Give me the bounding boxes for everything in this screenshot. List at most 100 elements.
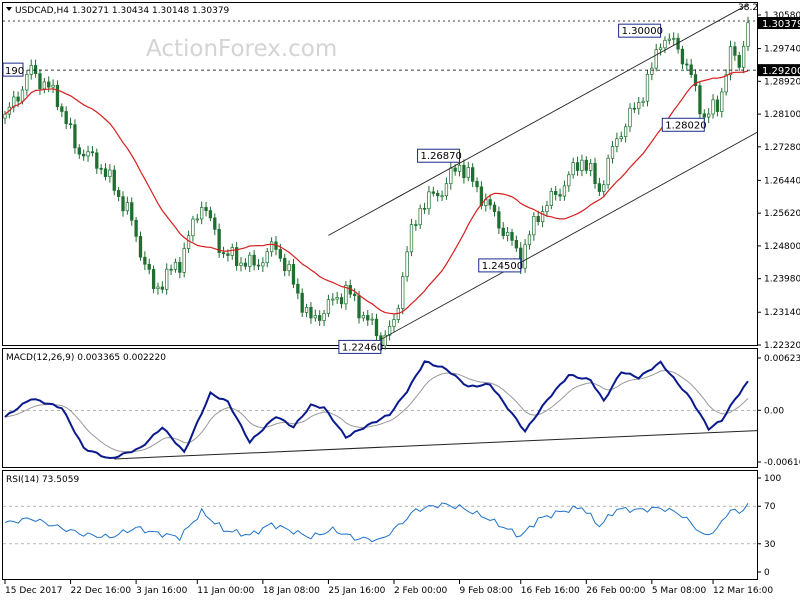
candle-body <box>3 113 7 119</box>
candle-body <box>309 306 313 319</box>
candle-body <box>492 204 497 212</box>
hline-left-label: 190 <box>5 66 24 77</box>
candle-body <box>160 286 164 290</box>
candle-body <box>134 219 138 237</box>
candle-body <box>143 256 147 265</box>
candle-body <box>549 191 553 206</box>
price-y-tick-label: 1.23140 <box>764 308 800 318</box>
candle-body <box>672 37 676 40</box>
candle-body <box>230 247 234 256</box>
candle-body <box>239 262 243 266</box>
candle-body <box>304 306 309 313</box>
candle-body <box>90 151 95 154</box>
candle-body <box>514 240 519 249</box>
candle-body <box>401 276 405 309</box>
x-axis-tick-label: 26 Feb 00:00 <box>586 586 645 596</box>
candle-body <box>654 49 658 69</box>
price-y-tick-label: 1.28920 <box>764 77 800 87</box>
x-axis-tick-label: 3 Jan 16:00 <box>136 586 188 596</box>
price-header: USDCAD,H4 1.30271 1.30434 1.30148 1.3037… <box>6 6 230 16</box>
candle-body <box>606 157 610 186</box>
candle-body <box>741 45 746 68</box>
candle-body <box>147 263 151 270</box>
price-y-tick-label: 1.27280 <box>764 143 800 153</box>
candle-body <box>151 269 156 289</box>
candle-body <box>248 254 252 267</box>
candle-body <box>68 123 73 126</box>
candle-body <box>283 257 287 272</box>
candle-body <box>99 167 103 170</box>
candle-body <box>645 73 650 102</box>
candle-body <box>366 315 370 321</box>
candle-body <box>112 169 116 191</box>
candle-body <box>427 191 431 210</box>
candle-body <box>418 207 422 226</box>
candle-body <box>51 84 55 88</box>
candle-body <box>300 292 304 313</box>
candle-body <box>269 241 274 253</box>
candle-body <box>182 248 186 273</box>
price-y-tick-label: 1.28100 <box>764 110 800 120</box>
price-annotation-label: 1.26870 <box>421 151 462 162</box>
candle-body <box>252 254 256 266</box>
candle-body <box>169 268 173 271</box>
candle-body <box>457 164 462 172</box>
candle-body <box>55 84 60 108</box>
x-axis-tick-label: 11 Jan 00:00 <box>197 586 254 596</box>
candle-body <box>60 106 64 112</box>
candle-body <box>746 22 750 47</box>
candle-body <box>737 55 741 68</box>
candle-body <box>641 100 645 103</box>
candle-body <box>121 196 125 212</box>
rsi-y-tick-label: 0 <box>764 568 770 578</box>
macd-y-tick-label: 0.006232 <box>764 354 800 364</box>
candle-body <box>173 261 178 270</box>
candle-body <box>475 181 479 188</box>
candle-body <box>466 167 470 179</box>
candle-body <box>130 202 134 221</box>
candle-body <box>204 207 208 211</box>
candle-body <box>82 153 86 157</box>
candle-body <box>453 167 457 172</box>
candle-body <box>261 262 265 267</box>
candle-body <box>47 81 51 88</box>
candle-body <box>501 227 505 237</box>
candle-body <box>331 298 335 301</box>
candle-body <box>38 73 42 90</box>
candle-body <box>25 74 29 91</box>
price-annotation-label: 1.24500 <box>482 261 523 272</box>
x-axis-tick-label: 16 Feb 16:00 <box>521 586 580 596</box>
candle-body <box>680 48 685 65</box>
candle-body <box>589 163 593 171</box>
macd-y-tick-label: -0.006163 <box>764 458 800 468</box>
candle-body <box>213 217 217 230</box>
candle-body <box>689 64 693 75</box>
candle-body <box>632 107 637 110</box>
macd-header-text: MACD(12,26,9) 0.003365 0.002220 <box>6 353 166 363</box>
candle-body <box>527 234 532 246</box>
candle-body <box>178 261 182 273</box>
price-annotation-label: 1.28020 <box>665 120 706 131</box>
candle-body <box>610 146 615 159</box>
candle-body <box>575 162 580 171</box>
chart-canvas: ActionForex.com 1.305801.297401.289201.2… <box>0 0 800 600</box>
candle-body <box>361 315 366 319</box>
price-y-tick-label: 1.22320 <box>764 341 800 351</box>
candle-body <box>623 126 628 137</box>
hline-price-label: 1.29200 <box>762 66 800 77</box>
candle-body <box>580 159 584 171</box>
rsi-y-tick-label: 30 <box>764 540 776 550</box>
x-axis-tick-label: 12 Mar 16:00 <box>713 586 773 596</box>
candle-body <box>256 264 261 267</box>
candle-body <box>138 236 143 258</box>
candle-body <box>715 99 720 112</box>
candle-body <box>352 293 357 297</box>
price-annotation-label: 1.22460 <box>342 342 383 353</box>
candle-body <box>523 244 527 269</box>
candle-body <box>208 210 213 219</box>
candle-body <box>536 216 540 223</box>
candle-body <box>444 183 449 197</box>
candle-body <box>637 102 641 110</box>
x-axis-tick-label: 2 Feb 00:00 <box>394 586 448 596</box>
candle-body <box>226 253 230 256</box>
